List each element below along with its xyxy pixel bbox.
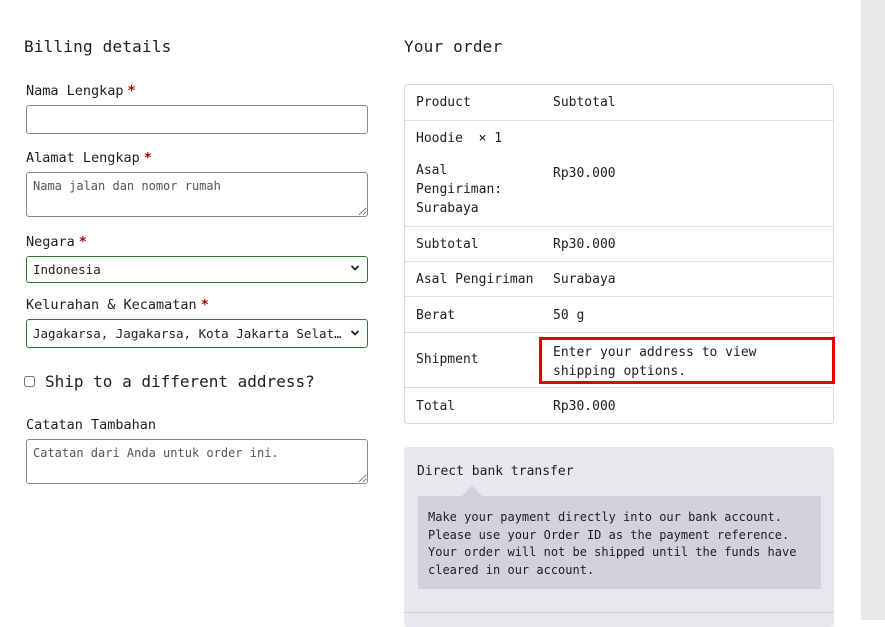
payment-method-bacs[interactable]: Direct bank transfer: [417, 464, 574, 479]
asal-value: Surabaya: [553, 272, 616, 287]
ship-different-checkbox[interactable]: [24, 376, 35, 387]
alamat-label: Alamat Lengkap *: [26, 150, 152, 166]
negara-selected-value: Indonesia: [33, 262, 101, 277]
alamat-textarea[interactable]: [26, 172, 368, 217]
chevron-down-icon: [350, 265, 360, 271]
ship-different-label: Ship to a different address?: [45, 372, 315, 391]
shipment-highlight-box: [539, 337, 835, 384]
negara-select[interactable]: Indonesia: [26, 256, 368, 283]
header-product: Product: [416, 95, 471, 110]
negara-label: Negara *: [26, 234, 87, 250]
shipment-label: Shipment: [416, 352, 479, 367]
item-origin-label-1: Asal: [416, 163, 448, 178]
total-label: Total: [416, 399, 456, 414]
payment-methods: Direct bank transfer Make your payment d…: [404, 447, 834, 627]
required-mark: *: [78, 234, 87, 250]
required-mark: *: [143, 150, 152, 166]
kelurahan-label: Kelurahan & Kecamatan *: [26, 297, 209, 313]
table-header-row: Product Subtotal: [405, 85, 833, 120]
ship-different-address[interactable]: Ship to a different address?: [24, 372, 315, 391]
item-name: Hoodie × 1: [416, 131, 503, 146]
subtotal-label: Subtotal: [416, 237, 479, 252]
kelurahan-selected-value: Jagakarsa, Jagakarsa, Kota Jakarta Selat…: [33, 326, 345, 341]
chevron-down-icon: [350, 330, 360, 336]
billing-title: Billing details: [24, 37, 172, 56]
header-subtotal: Subtotal: [553, 95, 616, 110]
item-qty: × 1: [478, 131, 503, 146]
required-mark: *: [200, 297, 209, 313]
payment-divider: [404, 612, 834, 613]
catatan-textarea[interactable]: [26, 439, 368, 484]
payment-description: Make your payment directly into our bank…: [418, 496, 821, 589]
payment-box-notch: [462, 486, 482, 496]
table-row-total: Total Rp30.000: [405, 387, 833, 424]
asal-label: Asal Pengiriman: [416, 272, 534, 287]
table-row-berat: Berat 50 g: [405, 296, 833, 333]
item-origin-label-2: Pengiriman:: [416, 182, 503, 197]
total-value: Rp30.000: [553, 399, 616, 414]
table-row-subtotal: Subtotal Rp30.000: [405, 226, 833, 262]
berat-label: Berat: [416, 308, 456, 323]
scrollbar-gutter[interactable]: [861, 0, 885, 620]
item-price: Rp30.000: [553, 166, 616, 181]
nama-label: Nama Lengkap *: [26, 83, 136, 99]
order-title: Your order: [404, 37, 503, 56]
kelurahan-select[interactable]: Jagakarsa, Jagakarsa, Kota Jakarta Selat…: [26, 319, 368, 348]
item-origin-value: Surabaya: [416, 201, 479, 216]
berat-value: 50 g: [553, 308, 585, 323]
catatan-label: Catatan Tambahan: [26, 417, 157, 433]
table-row-item: Hoodie × 1 Asal Pengiriman: Surabaya Rp3…: [405, 120, 833, 227]
nama-input[interactable]: [26, 105, 368, 134]
required-mark: *: [127, 83, 136, 99]
table-row-asal: Asal Pengiriman Surabaya: [405, 261, 833, 297]
subtotal-value: Rp30.000: [553, 237, 616, 252]
